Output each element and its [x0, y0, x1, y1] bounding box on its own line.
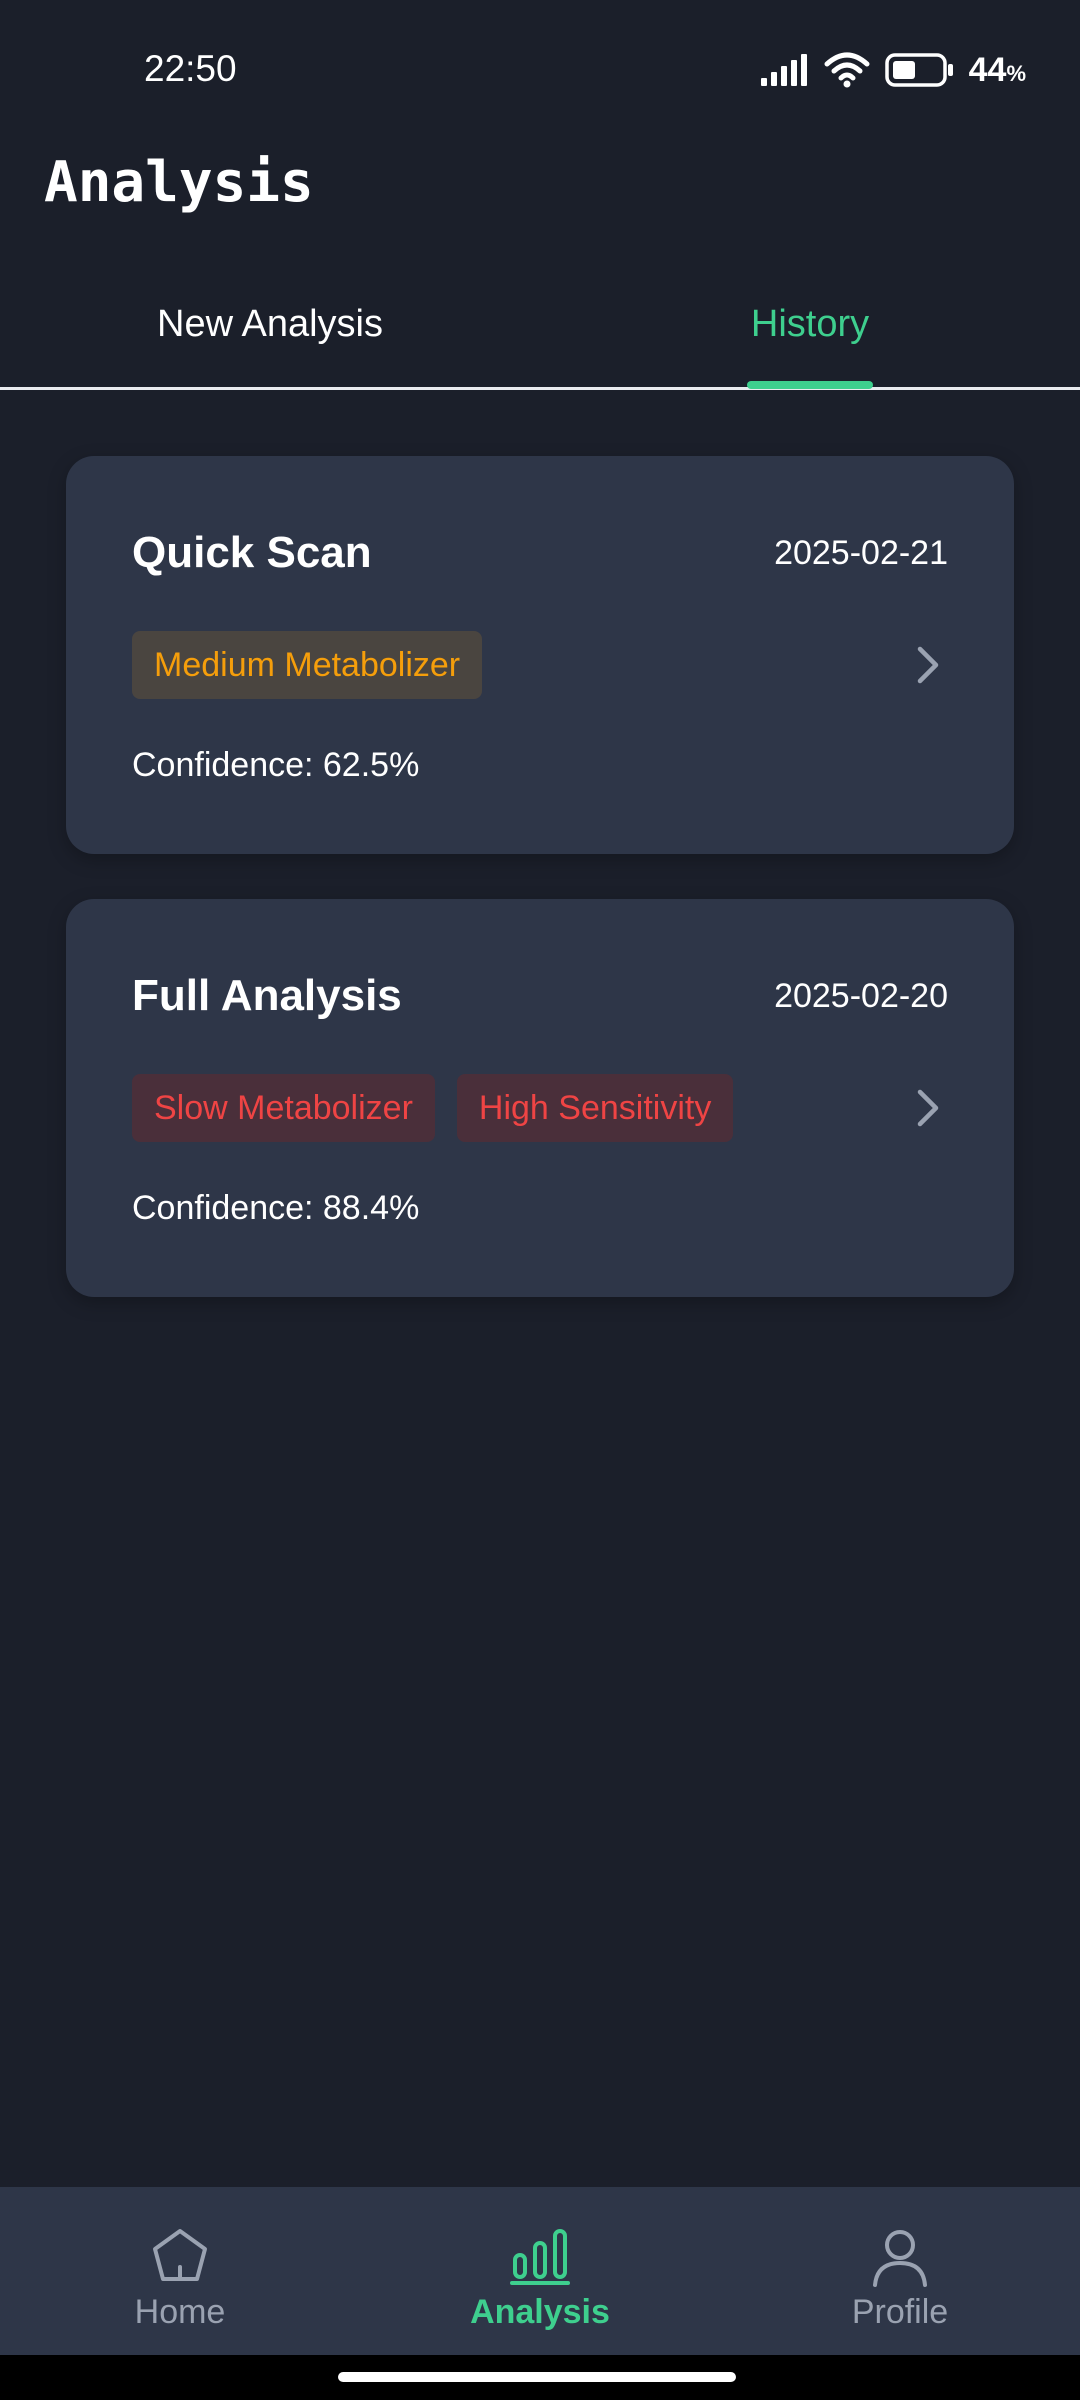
home-gesture-bar[interactable] [338, 2372, 736, 2382]
result-tags: Slow Metabolizer High Sensitivity [132, 1074, 734, 1142]
analysis-title: Full Analysis [132, 971, 402, 1020]
analysis-date: 2025-02-21 [774, 534, 948, 572]
sensitivity-tag: High Sensitivity [456, 1074, 734, 1142]
nav-home[interactable]: Home [0, 2187, 360, 2355]
tab-bar: New Analysis History [0, 260, 1080, 390]
chevron-right-icon[interactable] [908, 1084, 948, 1132]
bar-chart-icon [510, 2229, 570, 2285]
history-card[interactable]: Quick Scan 2025-02-21 Medium Metabolizer… [66, 456, 1014, 854]
signal-icon [760, 54, 807, 86]
nav-analysis[interactable]: Analysis [360, 2187, 720, 2355]
history-card[interactable]: Full Analysis 2025-02-20 Slow Metabolize… [66, 899, 1014, 1297]
tab-new-analysis[interactable]: New Analysis [0, 260, 540, 388]
nav-profile-label: Profile [851, 2293, 949, 2331]
tab-history[interactable]: History [540, 260, 1080, 388]
metabolizer-tag: Slow Metabolizer [132, 1074, 435, 1142]
status-time: 22:50 [144, 48, 237, 89]
battery-level: 44% [968, 50, 1026, 89]
analysis-date: 2025-02-20 [774, 977, 948, 1015]
battery-icon [884, 53, 953, 87]
status-icons: 44% [760, 50, 1026, 90]
confidence-text: Confidence: 88.4% [132, 1189, 420, 1227]
analysis-screen: 22:50 44% Analysis New Analysis History … [0, 0, 1080, 2400]
confidence-text: Confidence: 62.5% [132, 746, 420, 784]
page-title: Analysis [44, 150, 314, 215]
nav-home-label: Home [134, 2293, 226, 2331]
bottom-navigation: Home Analysis Profile [0, 2187, 1080, 2355]
home-icon [153, 2229, 207, 2281]
tab-divider [0, 387, 1080, 390]
active-tab-indicator [747, 381, 873, 389]
nav-analysis-label: Analysis [470, 2293, 610, 2331]
person-icon [873, 2230, 927, 2287]
analysis-title: Quick Scan [132, 528, 372, 577]
chevron-right-icon[interactable] [908, 641, 948, 689]
nav-profile[interactable]: Profile [720, 2187, 1080, 2355]
status-bar: 22:50 44% [0, 0, 1080, 140]
result-tags: Medium Metabolizer [132, 631, 483, 699]
wifi-icon [824, 52, 870, 88]
metabolizer-tag: Medium Metabolizer [132, 631, 483, 699]
